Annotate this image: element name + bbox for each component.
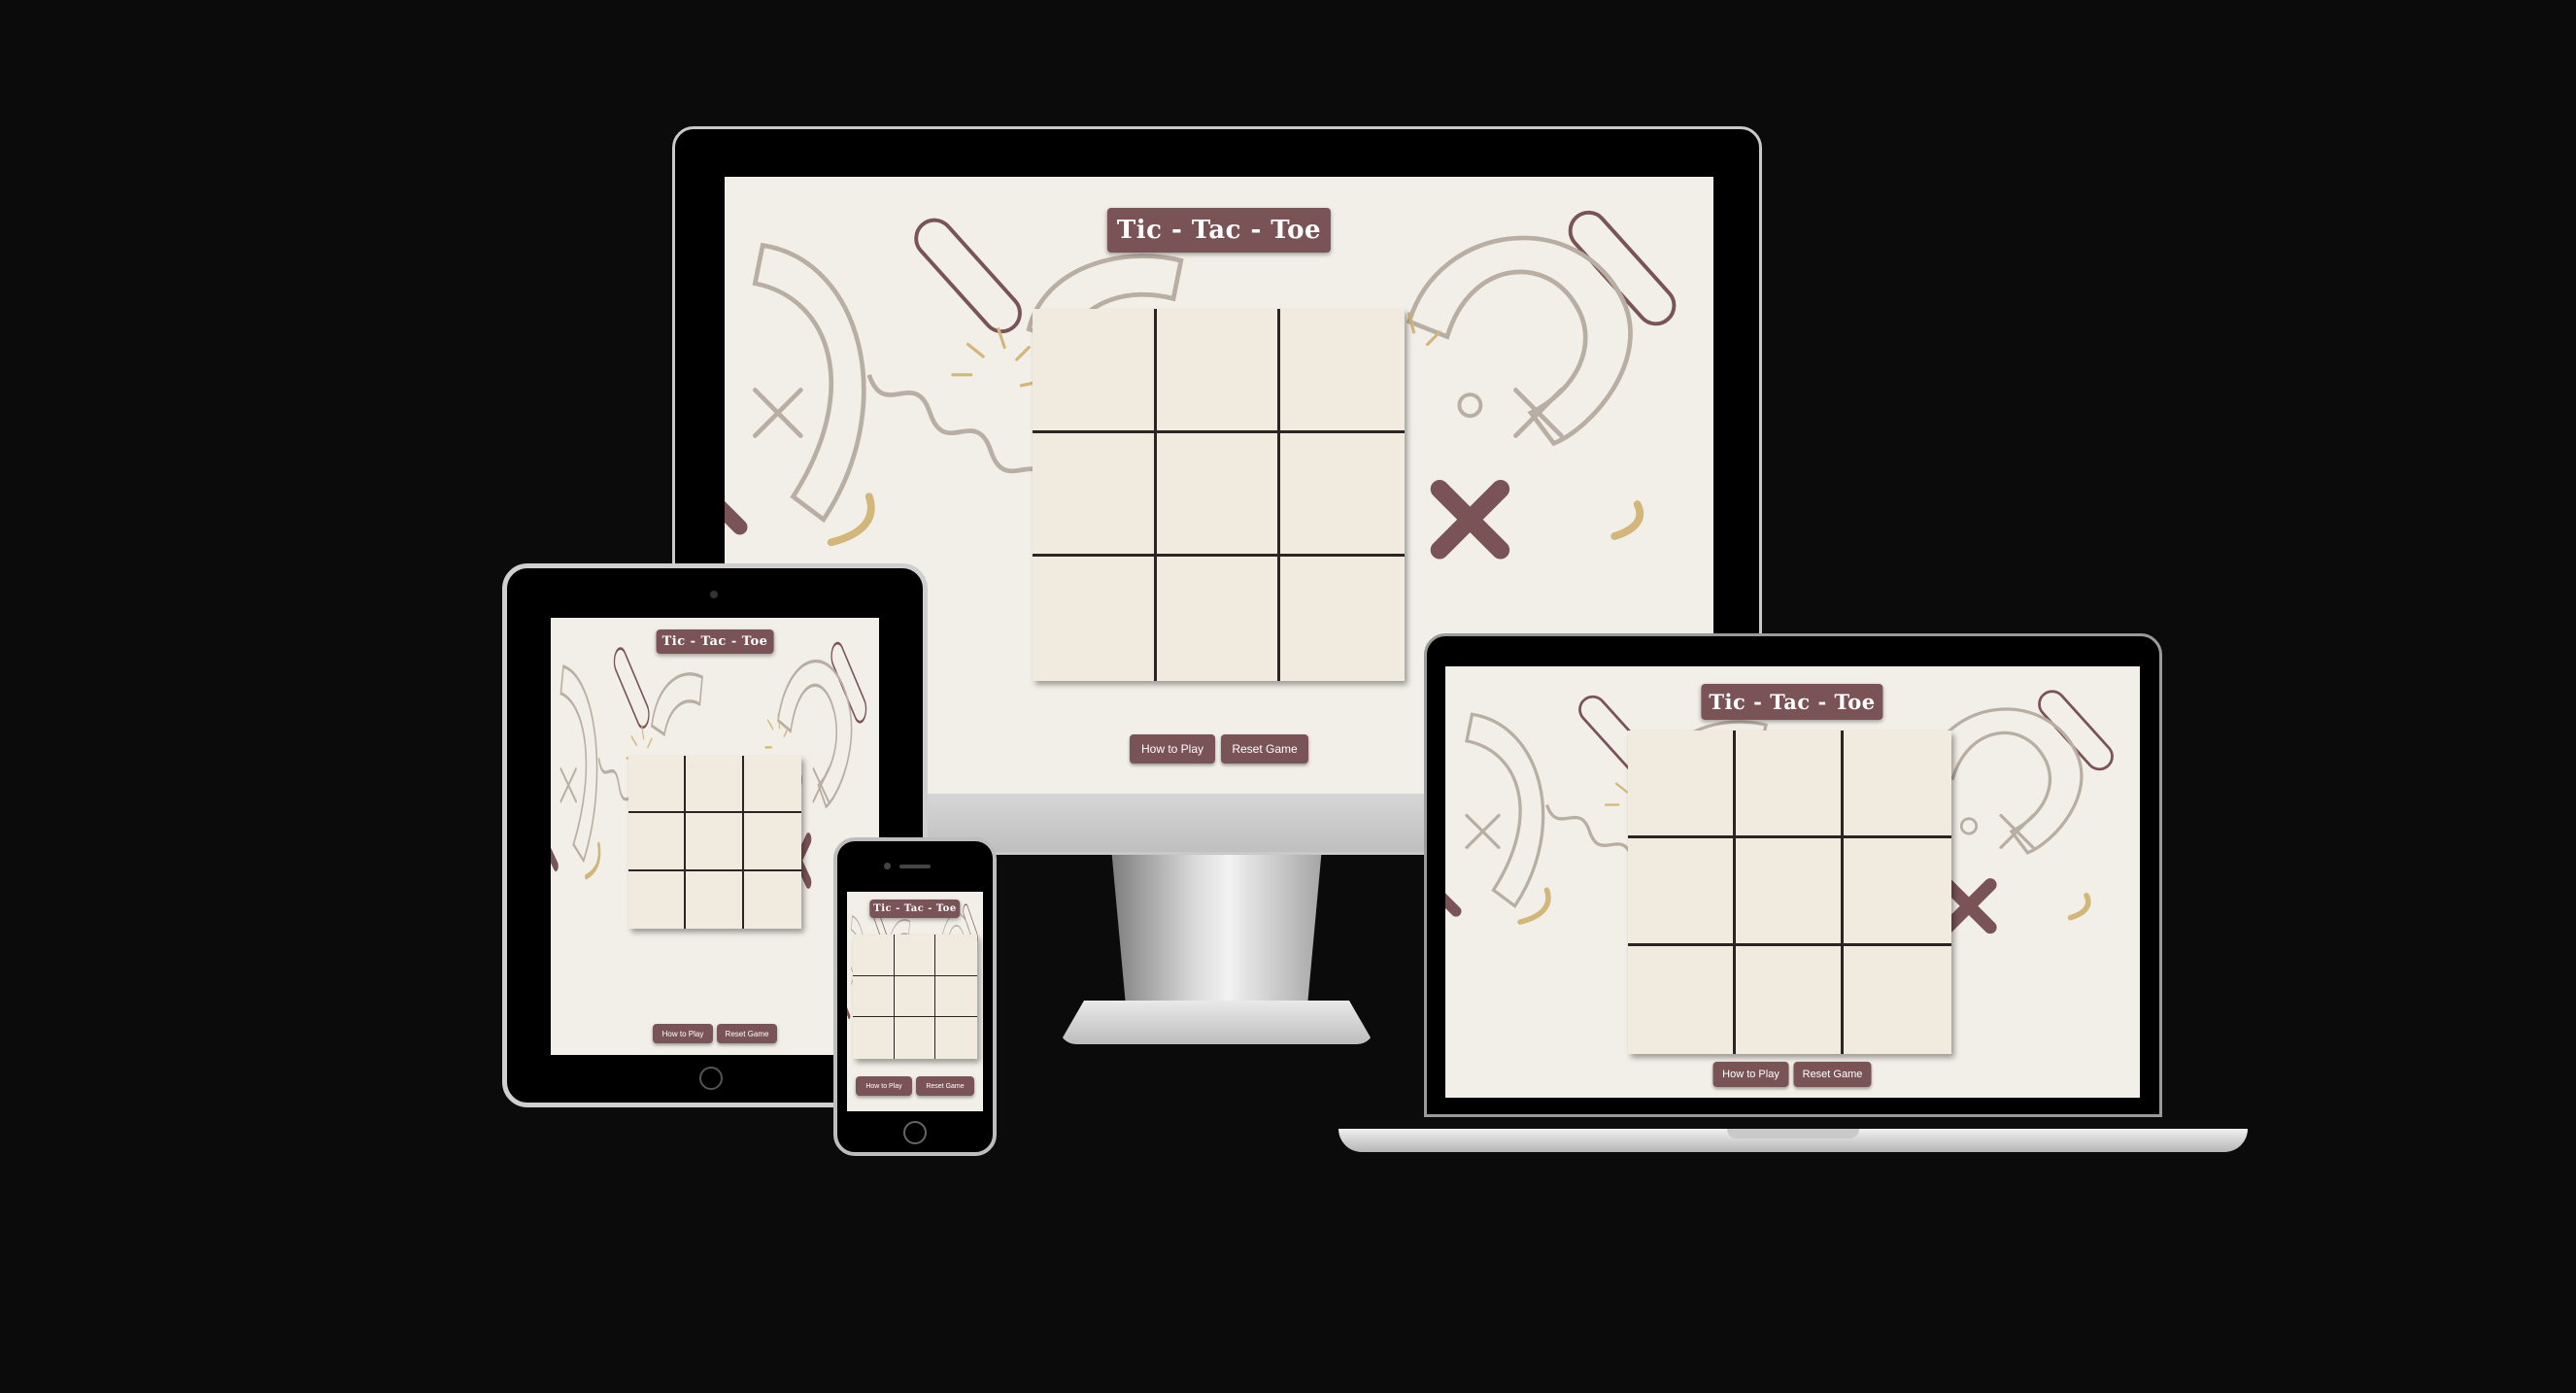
game-board xyxy=(628,756,801,929)
board-cell-1[interactable] xyxy=(853,934,895,976)
board-cell-7[interactable] xyxy=(1628,946,1736,1054)
game-board xyxy=(1033,309,1405,681)
board-cell-3[interactable] xyxy=(1280,309,1405,433)
home-button-icon[interactable] xyxy=(903,1121,927,1144)
phone-camera-icon xyxy=(884,863,891,869)
game-board xyxy=(853,934,977,1059)
board-cell-6[interactable] xyxy=(1844,838,1951,946)
reset-game-button[interactable]: Reset Game xyxy=(717,1024,777,1043)
board-cell-5[interactable] xyxy=(686,813,744,871)
board-cell-8[interactable] xyxy=(1736,946,1844,1054)
reset-game-button[interactable]: Reset Game xyxy=(916,1076,974,1096)
board-cell-9[interactable] xyxy=(743,870,801,929)
board-cell-1[interactable] xyxy=(1628,730,1736,838)
board-cell-3[interactable] xyxy=(743,756,801,814)
board-cell-3[interactable] xyxy=(1844,730,1951,838)
how-to-play-button[interactable]: How to Play xyxy=(653,1024,713,1043)
board-cell-6[interactable] xyxy=(743,813,801,871)
board-cell-1[interactable] xyxy=(628,756,687,814)
tablet-screen: Tic - Tac - Toe How to Play Reset Game xyxy=(551,618,879,1055)
page-title: Tic - Tac - Toe xyxy=(656,629,774,654)
board-cell-8[interactable] xyxy=(894,1017,936,1059)
board-cell-5[interactable] xyxy=(1736,838,1844,946)
tablet-camera-icon xyxy=(710,591,718,598)
home-button-icon[interactable] xyxy=(699,1067,723,1090)
board-cell-9[interactable] xyxy=(935,1017,977,1059)
board-cell-2[interactable] xyxy=(894,934,936,976)
phone-screen: Tic - Tac - Toe How to Play Reset Game xyxy=(847,892,983,1111)
phone: Tic - Tac - Toe How to Play Reset Game xyxy=(833,837,997,1156)
board-cell-1[interactable] xyxy=(1033,309,1157,433)
board-cell-9[interactable] xyxy=(1844,946,1951,1054)
board-cell-6[interactable] xyxy=(935,975,977,1018)
board-cell-6[interactable] xyxy=(1280,432,1405,558)
board-cell-4[interactable] xyxy=(1033,432,1157,558)
board-cell-7[interactable] xyxy=(1033,557,1157,681)
laptop-notch xyxy=(1727,1129,1859,1138)
button-row: How to Play Reset Game xyxy=(856,1076,974,1096)
button-row: How to Play Reset Game xyxy=(653,1024,777,1043)
page-title: Tic - Tac - Toe xyxy=(869,900,961,918)
board-cell-8[interactable] xyxy=(686,870,744,929)
board-cell-2[interactable] xyxy=(1736,730,1844,838)
board-cell-7[interactable] xyxy=(628,870,687,929)
reset-game-button[interactable]: Reset Game xyxy=(1793,1062,1872,1087)
how-to-play-button[interactable]: How to Play xyxy=(1712,1062,1789,1087)
game-board xyxy=(1628,730,1951,1054)
how-to-play-button[interactable]: How to Play xyxy=(856,1076,912,1096)
button-row: How to Play Reset Game xyxy=(1712,1062,1872,1087)
board-cell-7[interactable] xyxy=(853,1017,895,1059)
board-cell-4[interactable] xyxy=(853,975,895,1018)
monitor-stand xyxy=(1111,855,1322,1010)
board-cell-2[interactable] xyxy=(686,756,744,814)
button-row: How to Play Reset Game xyxy=(1130,734,1308,764)
board-cell-3[interactable] xyxy=(935,934,977,976)
laptop-screen: Tic - Tac - Toe How to Play Reset Game xyxy=(1445,666,2140,1098)
laptop: Tic - Tac - Toe How to Play Reset Game xyxy=(1339,633,2248,1160)
board-cell-4[interactable] xyxy=(628,813,687,871)
board-cell-5[interactable] xyxy=(894,975,936,1018)
how-to-play-button[interactable]: How to Play xyxy=(1130,734,1215,764)
monitor-base xyxy=(1059,1001,1374,1044)
page-title: Tic - Tac - Toe xyxy=(1106,208,1332,253)
page-title: Tic - Tac - Toe xyxy=(1701,684,1883,720)
board-cell-8[interactable] xyxy=(1156,557,1281,681)
board-cell-5[interactable] xyxy=(1156,432,1281,558)
board-cell-4[interactable] xyxy=(1628,838,1736,946)
board-cell-2[interactable] xyxy=(1156,309,1281,433)
phone-speaker-icon xyxy=(899,865,931,868)
reset-game-button[interactable]: Reset Game xyxy=(1221,734,1308,764)
